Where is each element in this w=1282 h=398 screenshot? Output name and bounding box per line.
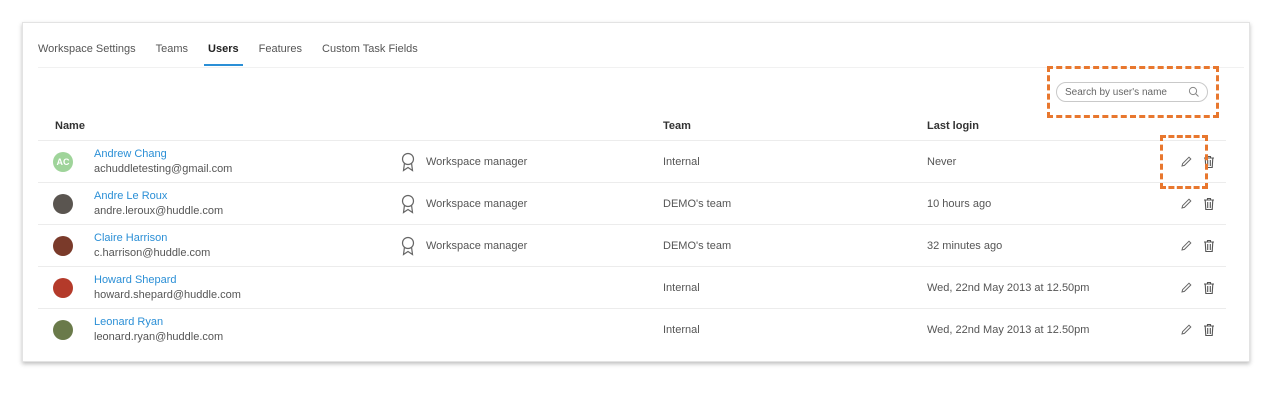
user-last-login: 10 hours ago	[927, 198, 992, 210]
table-row: Claire Harrison c.harrison@huddle.com Wo…	[0, 224, 1282, 266]
pencil-icon[interactable]	[1180, 323, 1193, 341]
column-header-name: Name	[55, 120, 85, 132]
search-input[interactable]	[1065, 86, 1185, 98]
trash-icon[interactable]	[1203, 155, 1215, 174]
user-search-box[interactable]	[1056, 82, 1208, 102]
tab-workspace-settings[interactable]: Workspace Settings	[38, 35, 136, 67]
user-team: DEMO's team	[663, 240, 732, 252]
tab-teams[interactable]: Teams	[156, 35, 188, 67]
table-row: Leonard Ryan leonard.ryan@huddle.com Int…	[0, 308, 1282, 350]
avatar	[53, 278, 73, 298]
user-team: Internal	[663, 324, 700, 336]
user-role: Workspace manager	[426, 240, 528, 252]
user-email: c.harrison@huddle.com	[94, 247, 211, 259]
pencil-icon[interactable]	[1180, 197, 1193, 215]
user-team: Internal	[663, 282, 700, 294]
user-name-link[interactable]: Claire Harrison	[94, 232, 167, 244]
user-last-login: 32 minutes ago	[927, 240, 1003, 252]
avatar	[53, 320, 73, 340]
table-row: AC Andrew Chang achuddletesting@gmail.co…	[0, 140, 1282, 182]
user-name-link[interactable]: Andre Le Roux	[94, 190, 167, 202]
badge-icon	[401, 236, 415, 261]
user-team: Internal	[663, 156, 700, 168]
column-header-team: Team	[663, 120, 691, 132]
trash-icon[interactable]	[1203, 197, 1215, 216]
user-role: Workspace manager	[426, 198, 528, 210]
search-icon[interactable]	[1188, 86, 1200, 101]
user-email: howard.shepard@huddle.com	[94, 289, 241, 301]
pencil-icon[interactable]	[1180, 281, 1193, 299]
avatar: AC	[53, 152, 73, 172]
user-email: leonard.ryan@huddle.com	[94, 331, 224, 343]
badge-icon	[401, 194, 415, 219]
user-name-link[interactable]: Andrew Chang	[94, 148, 167, 160]
table-row: Howard Shepard howard.shepard@huddle.com…	[0, 266, 1282, 308]
trash-icon[interactable]	[1203, 281, 1215, 300]
pencil-icon[interactable]	[1180, 239, 1193, 257]
table-row: Andre Le Roux andre.leroux@huddle.com Wo…	[0, 182, 1282, 224]
user-name-link[interactable]: Leonard Ryan	[94, 316, 163, 328]
settings-tabs: Workspace Settings Teams Users Features …	[38, 35, 438, 67]
user-email: andre.leroux@huddle.com	[94, 205, 224, 217]
user-last-login: Never	[927, 156, 957, 168]
trash-icon[interactable]	[1203, 323, 1215, 342]
tab-features[interactable]: Features	[259, 35, 302, 67]
column-header-last-login: Last login	[927, 120, 979, 132]
user-team: DEMO's team	[663, 198, 732, 210]
user-last-login: Wed, 22nd May 2013 at 12.50pm	[927, 324, 1090, 336]
user-last-login: Wed, 22nd May 2013 at 12.50pm	[927, 282, 1090, 294]
trash-icon[interactable]	[1203, 239, 1215, 258]
tab-custom-task-fields[interactable]: Custom Task Fields	[322, 35, 418, 67]
avatar	[53, 194, 73, 214]
avatar	[53, 236, 73, 256]
tabs-divider	[38, 67, 1244, 68]
user-email: achuddletesting@gmail.com	[94, 163, 233, 175]
user-name-link[interactable]: Howard Shepard	[94, 274, 177, 286]
pencil-icon[interactable]	[1180, 155, 1193, 173]
tab-users[interactable]: Users	[204, 35, 243, 67]
user-role: Workspace manager	[426, 156, 528, 168]
badge-icon	[401, 152, 415, 177]
